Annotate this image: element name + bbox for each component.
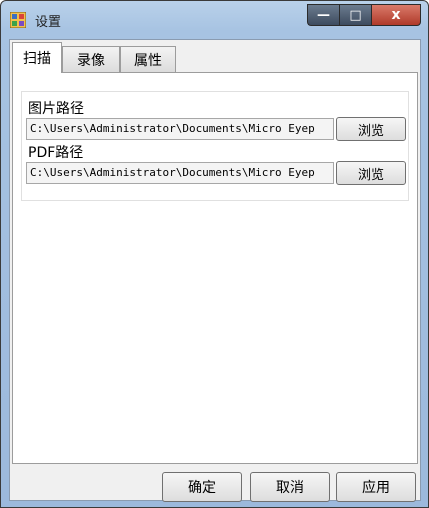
cancel-button[interactable]: 取消 xyxy=(250,472,330,502)
pdf-path-browse-button[interactable]: 浏览 xyxy=(336,161,406,185)
tab-scan[interactable]: 扫描 xyxy=(12,42,62,73)
image-path-label: 图片路径 xyxy=(28,101,84,117)
tab-properties[interactable]: 属性 xyxy=(120,46,176,72)
apply-button[interactable]: 应用 xyxy=(336,472,416,502)
title-bar[interactable]: 设置 — □ x xyxy=(1,1,428,37)
image-path-field[interactable]: C:\Users\Administrator\Documents\Micro E… xyxy=(26,118,334,140)
minimize-button[interactable]: — xyxy=(307,4,339,26)
tab-record[interactable]: 录像 xyxy=(62,46,120,72)
dialog-client-area: 扫描 录像 属性 图片路径 C:\Users\Administrator\Doc… xyxy=(9,39,421,502)
maximize-button[interactable]: □ xyxy=(339,4,371,26)
tab-strip: 扫描 录像 属性 xyxy=(12,42,418,73)
pdf-path-field[interactable]: C:\Users\Administrator\Documents\Micro E… xyxy=(26,162,334,184)
ok-button[interactable]: 确定 xyxy=(162,472,242,502)
pdf-path-label: PDF路径 xyxy=(28,145,84,161)
scan-tab-page: 图片路径 C:\Users\Administrator\Documents\Mi… xyxy=(12,72,418,464)
close-button[interactable]: x xyxy=(371,4,421,26)
image-path-browse-button[interactable]: 浏览 xyxy=(336,117,406,141)
window-title: 设置 xyxy=(35,15,62,30)
app-icon xyxy=(9,11,27,29)
path-settings-group: 图片路径 C:\Users\Administrator\Documents\Mi… xyxy=(21,91,409,201)
settings-window: 设置 — □ x 扫描 录像 属性 图片路径 C:\Users\Administ… xyxy=(0,0,429,508)
